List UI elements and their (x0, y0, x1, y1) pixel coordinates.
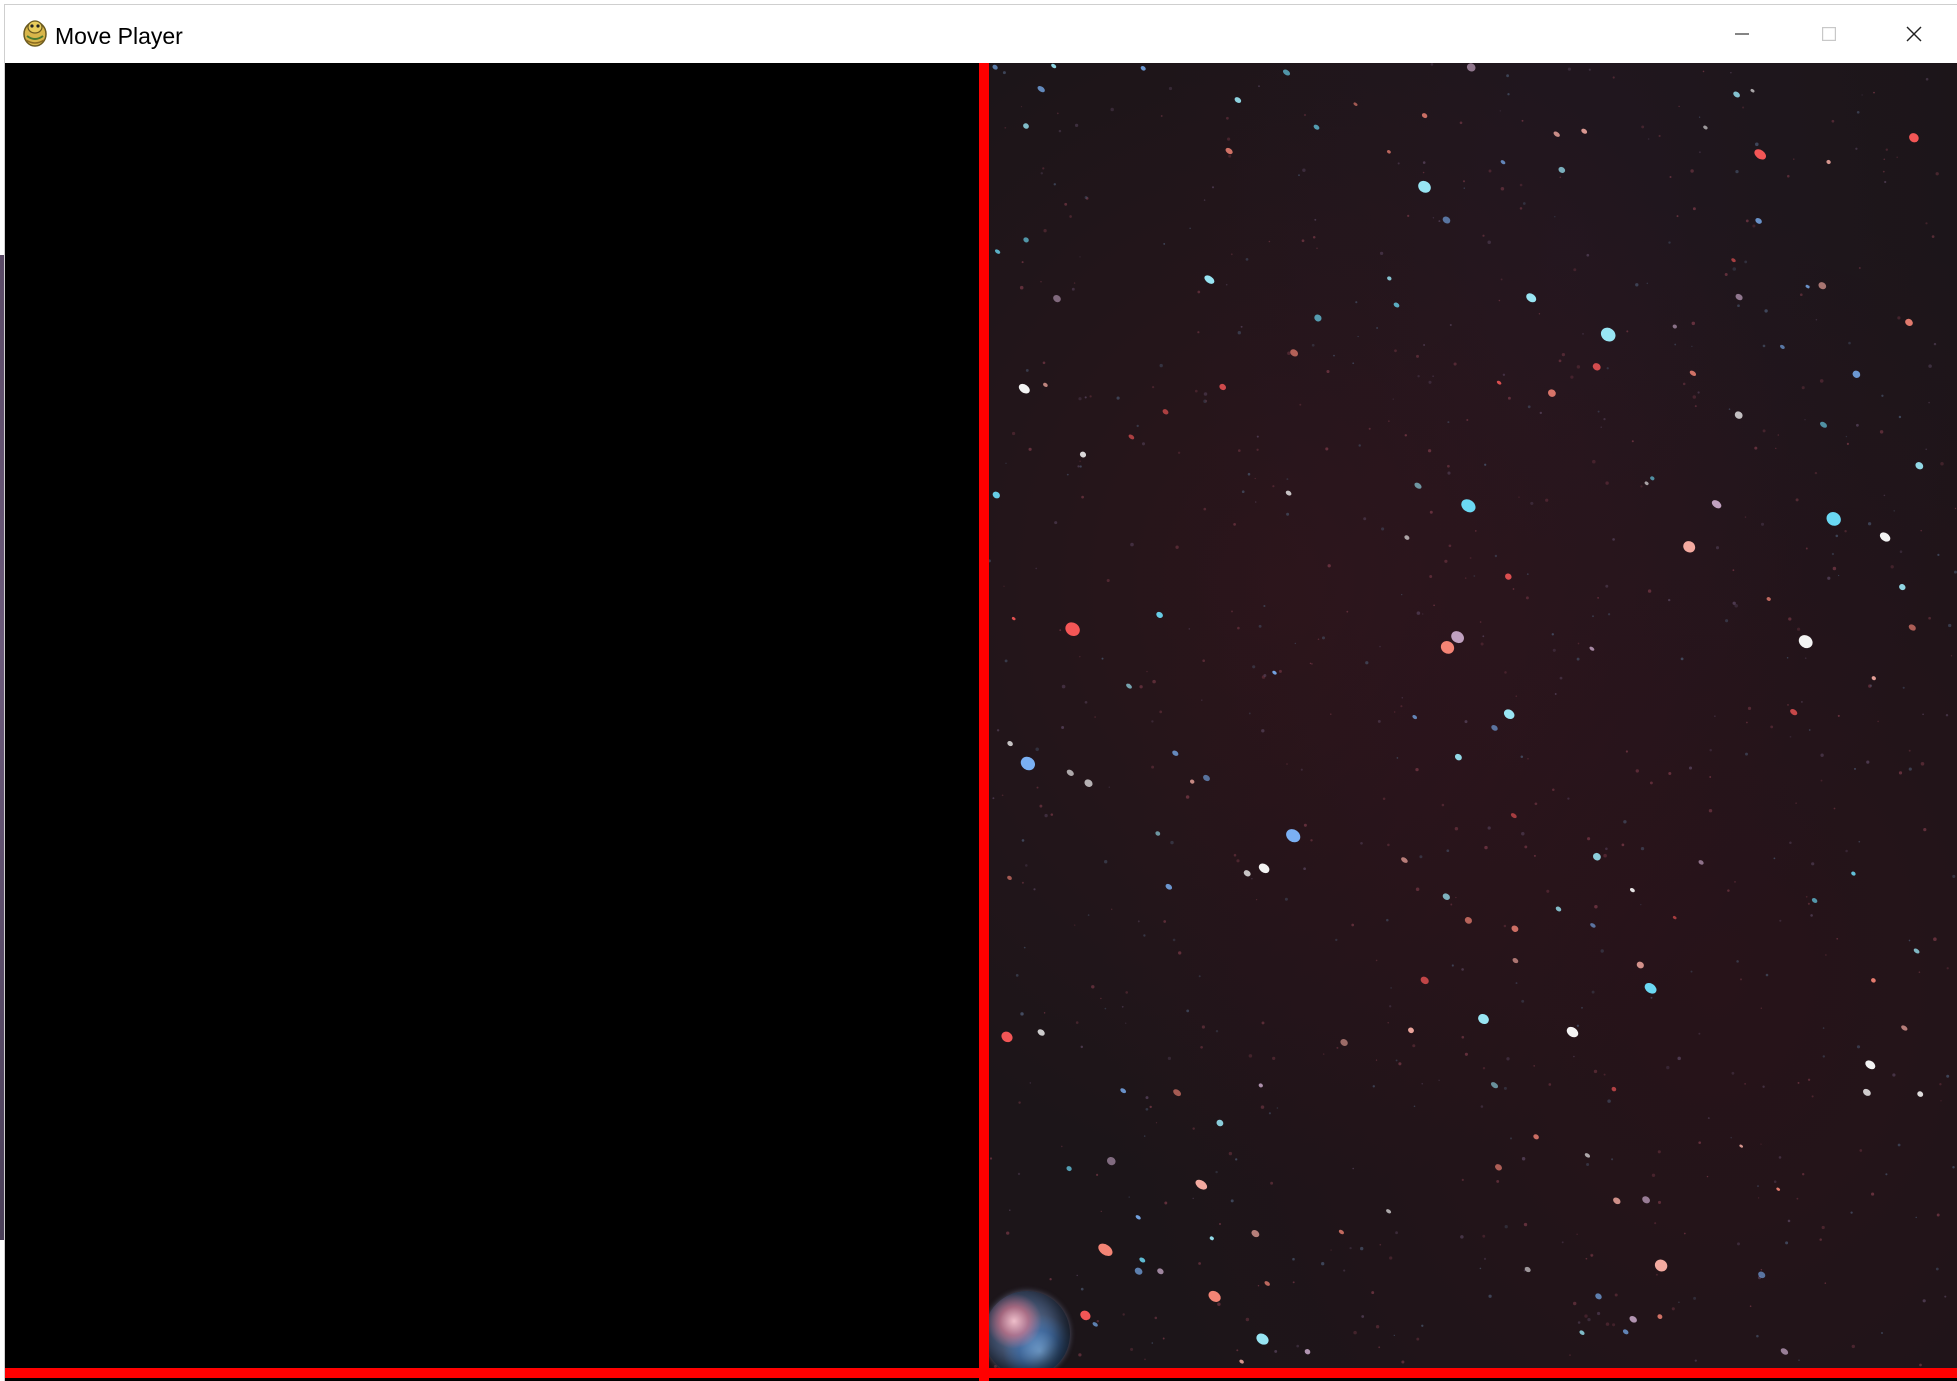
game-canvas[interactable] (5, 63, 1957, 1381)
red-divider-line (979, 63, 989, 1381)
red-bottom-line (5, 1368, 1957, 1378)
starfield (989, 63, 1957, 1368)
minimize-button[interactable] (1698, 5, 1785, 63)
close-icon (1906, 26, 1922, 42)
minimize-icon (1734, 27, 1749, 41)
title-bar[interactable]: Move Player (5, 5, 1957, 63)
desktop: Move Player (0, 0, 1957, 1381)
game-window: Move Player (5, 5, 1957, 1381)
pygame-snake-icon (21, 18, 49, 48)
left-black-panel (5, 63, 979, 1368)
maximize-icon (1821, 27, 1836, 41)
close-button[interactable] (1870, 5, 1957, 63)
maximize-button[interactable] (1785, 5, 1872, 63)
starfield-panel (989, 63, 1957, 1368)
window-title: Move Player (55, 23, 183, 49)
